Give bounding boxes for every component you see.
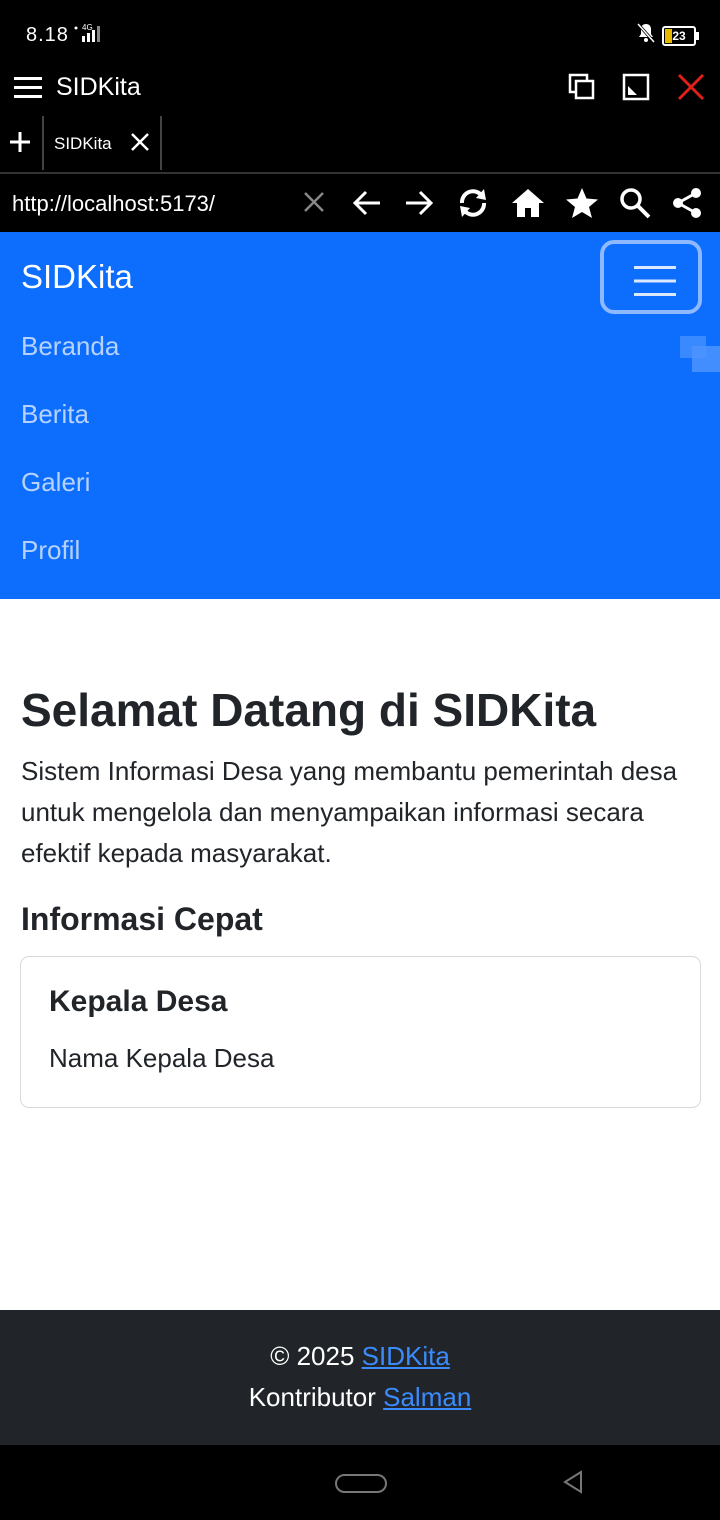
contributor-link[interactable]: Salman [383,1382,471,1412]
clear-url-icon[interactable] [302,190,326,219]
browser-app-bar: SIDKita [0,64,720,116]
new-tab-plus-icon[interactable] [8,130,32,159]
url-bar: http://localhost:5173/ [0,174,720,232]
forward-arrow-icon[interactable] [402,186,436,225]
battery-level: 23 [672,28,686,43]
close-tab-icon[interactable] [130,132,150,157]
section-title: Informasi Cepat [21,901,263,937]
copyright-text: © 2025 [270,1341,355,1371]
nav-link-profil[interactable]: Profil [21,535,80,566]
footer-copyright-line: © 2025 SIDKita [0,1341,720,1372]
site-brand[interactable]: SIDKita [21,258,133,296]
search-icon[interactable] [618,186,652,225]
floating-window-icon[interactable] [680,336,720,377]
url-input[interactable]: http://localhost:5173/ [12,191,215,217]
picture-in-picture-icon[interactable] [622,73,650,106]
bookmark-star-icon[interactable] [564,186,600,225]
card-title: Kepala Desa [49,985,228,1018]
hero-title: Selamat Datang di SIDKita [21,684,597,736]
footer-contributor-line: Kontributor Salman [0,1382,720,1413]
network-type: 4G [82,23,93,32]
footer-brand-link[interactable]: SIDKita [362,1341,450,1371]
home-gesture-pill[interactable] [335,1474,387,1493]
contributor-label: Kontributor [248,1382,376,1412]
info-card: Kepala Desa Nama Kepala Desa [20,956,701,1108]
card-text: Nama Kepala Desa [49,1043,275,1073]
hero-description: Sistem Informasi Desa yang membantu peme… [21,756,678,868]
share-icon[interactable] [670,186,704,225]
status-time: 8.18 [26,24,69,46]
copy-window-icon[interactable] [568,73,596,106]
signal-icon: 4G [72,22,108,49]
status-bar: 8.18 4G 23 [0,0,720,64]
app-title: SIDKita [56,73,141,101]
site-navbar: SIDKita Beranda Berita Galeri Profil [0,232,720,599]
main-content: Selamat Datang di SIDKita Sistem Informa… [0,599,720,1310]
menu-bars-icon [634,264,676,303]
hamburger-menu-icon[interactable] [14,74,42,107]
reload-icon[interactable] [454,186,492,225]
close-browser-icon[interactable] [676,72,706,107]
nav-link-beranda[interactable]: Beranda [21,331,119,362]
system-back-icon[interactable] [562,1469,584,1500]
site-footer: © 2025 SIDKita Kontributor Salman [0,1310,720,1445]
system-navigation-bar [0,1445,720,1520]
home-icon[interactable] [510,186,546,225]
tab-label: SIDKita [54,134,112,153]
battery-icon: 23 [662,25,699,46]
nav-link-berita[interactable]: Berita [21,399,89,430]
tab-bar: SIDKita [0,116,720,174]
navbar-toggler-button[interactable] [600,240,702,314]
mute-notification-icon [636,22,656,49]
nav-link-galeri[interactable]: Galeri [21,467,90,498]
back-arrow-icon[interactable] [350,186,384,225]
tab-sidkita[interactable]: SIDKita [42,116,162,170]
